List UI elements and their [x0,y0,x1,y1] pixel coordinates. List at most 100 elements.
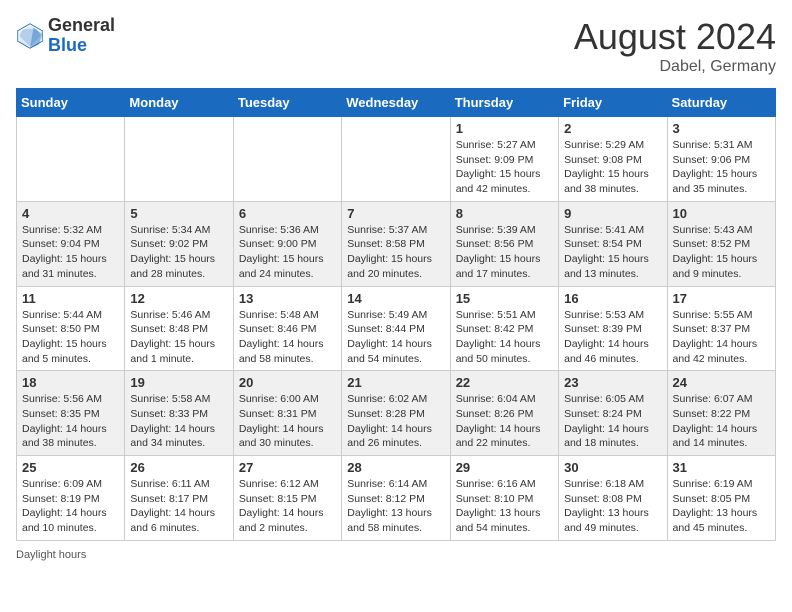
location: Dabel, Germany [574,58,776,76]
day-info: Sunrise: 6:02 AM Sunset: 8:28 PM Dayligh… [347,392,444,451]
day-number: 22 [456,375,553,390]
calendar-weekday-header: Sunday [17,89,125,117]
day-number: 5 [130,206,227,221]
calendar-day-cell: 15 Sunrise: 5:51 AM Sunset: 8:42 PM Dayli… [450,286,558,371]
calendar-day-cell: 4 Sunrise: 5:32 AM Sunset: 9:04 PM Daylig… [17,201,125,286]
calendar-header-row: SundayMondayTuesdayWednesdayThursdayFrid… [17,89,776,117]
day-info: Sunrise: 6:07 AM Sunset: 8:22 PM Dayligh… [673,392,770,451]
calendar-day-cell: 25Sunrise: 6:09 AM Sunset: 8:19 PM Dayli… [17,456,125,541]
calendar-day-cell: 14Sunrise: 5:49 AM Sunset: 8:44 PM Dayli… [342,286,450,371]
calendar-weekday-header: Thursday [450,89,558,117]
day-number: 10 [673,206,770,221]
calendar-day-cell [342,117,450,202]
day-info: Sunrise: 5:44 AM Sunset: 8:50 PM Dayligh… [22,308,119,367]
day-number: 28 [347,460,444,475]
day-number: 3 [673,121,770,136]
day-number: 8 [456,206,553,221]
calendar-day-cell: 18 Sunrise: 5:56 AM Sunset: 8:35 PM Dayli… [17,371,125,456]
day-number: 6 [239,206,336,221]
day-info: Sunrise: 5:56 AM Sunset: 8:35 PM Dayligh… [22,392,119,451]
calendar-day-cell: 9Sunrise: 5:41 AM Sunset: 8:54 PM Daylig… [559,201,667,286]
day-info: Sunrise: 6:12 AM Sunset: 8:15 PM Dayligh… [239,477,336,536]
day-number: 24 [673,375,770,390]
calendar-week-row: 18 Sunrise: 5:56 AM Sunset: 8:35 PM Dayli… [17,371,776,456]
calendar-table: SundayMondayTuesdayWednesdayThursdayFrid… [16,88,776,541]
calendar-weekday-header: Saturday [667,89,775,117]
calendar-day-cell: 1Sunrise: 5:27 AM Sunset: 9:09 PM Daylig… [450,117,558,202]
day-info: Sunrise: 6:18 AM Sunset: 8:08 PM Dayligh… [564,477,661,536]
calendar-day-cell: 21 Sunrise: 6:02 AM Sunset: 8:28 PM Dayli… [342,371,450,456]
calendar-day-cell: 26 Sunrise: 6:11 AM Sunset: 8:17 PM Dayli… [125,456,233,541]
calendar-day-cell: 2Sunrise: 5:29 AM Sunset: 9:08 PM Daylig… [559,117,667,202]
calendar-day-cell: 5 Sunrise: 5:34 AM Sunset: 9:02 PM Daylig… [125,201,233,286]
day-number: 1 [456,121,553,136]
day-info: Sunrise: 6:16 AM Sunset: 8:10 PM Dayligh… [456,477,553,536]
day-number: 16 [564,291,661,306]
day-number: 13 [239,291,336,306]
day-info: Sunrise: 5:58 AM Sunset: 8:33 PM Dayligh… [130,392,227,451]
day-number: 17 [673,291,770,306]
day-info: Sunrise: 5:48 AM Sunset: 8:46 PM Dayligh… [239,308,336,367]
calendar-weekday-header: Tuesday [233,89,341,117]
calendar-day-cell: 19 Sunrise: 5:58 AM Sunset: 8:33 PM Dayli… [125,371,233,456]
day-number: 26 [130,460,227,475]
calendar-week-row: 11 Sunrise: 5:44 AM Sunset: 8:50 PM Dayli… [17,286,776,371]
day-number: 30 [564,460,661,475]
day-number: 7 [347,206,444,221]
calendar-day-cell: 6 Sunrise: 5:36 AM Sunset: 9:00 PM Daylig… [233,201,341,286]
calendar-day-cell: 7 Sunrise: 5:37 AM Sunset: 8:58 PM Daylig… [342,201,450,286]
day-info: Sunrise: 6:19 AM Sunset: 8:05 PM Dayligh… [673,477,770,536]
calendar-weekday-header: Wednesday [342,89,450,117]
day-info: Sunrise: 6:14 AM Sunset: 8:12 PM Dayligh… [347,477,444,536]
day-info: Sunrise: 6:00 AM Sunset: 8:31 PM Dayligh… [239,392,336,451]
calendar-day-cell: 8Sunrise: 5:39 AM Sunset: 8:56 PM Daylig… [450,201,558,286]
day-number: 4 [22,206,119,221]
day-info: Sunrise: 5:43 AM Sunset: 8:52 PM Dayligh… [673,223,770,282]
calendar-day-cell: 16 Sunrise: 5:53 AM Sunset: 8:39 PM Dayli… [559,286,667,371]
calendar-day-cell: 12Sunrise: 5:46 AM Sunset: 8:48 PM Dayli… [125,286,233,371]
day-info: Sunrise: 5:53 AM Sunset: 8:39 PM Dayligh… [564,308,661,367]
calendar-day-cell: 27 Sunrise: 6:12 AM Sunset: 8:15 PM Dayli… [233,456,341,541]
calendar-week-row: 1Sunrise: 5:27 AM Sunset: 9:09 PM Daylig… [17,117,776,202]
calendar-day-cell: 30 Sunrise: 6:18 AM Sunset: 8:08 PM Dayli… [559,456,667,541]
calendar-day-cell [17,117,125,202]
day-number: 29 [456,460,553,475]
logo-text: General Blue [48,16,115,56]
day-info: Sunrise: 6:04 AM Sunset: 8:26 PM Dayligh… [456,392,553,451]
day-number: 11 [22,291,119,306]
day-info: Sunrise: 5:36 AM Sunset: 9:00 PM Dayligh… [239,223,336,282]
day-info: Sunrise: 5:46 AM Sunset: 8:48 PM Dayligh… [130,308,227,367]
calendar-day-cell: 28 Sunrise: 6:14 AM Sunset: 8:12 PM Dayli… [342,456,450,541]
calendar-week-row: 25Sunrise: 6:09 AM Sunset: 8:19 PM Dayli… [17,456,776,541]
calendar-day-cell: 24 Sunrise: 6:07 AM Sunset: 8:22 PM Dayli… [667,371,775,456]
day-info: Sunrise: 5:55 AM Sunset: 8:37 PM Dayligh… [673,308,770,367]
day-info: Sunrise: 6:09 AM Sunset: 8:19 PM Dayligh… [22,477,119,536]
calendar-day-cell [125,117,233,202]
day-number: 21 [347,375,444,390]
calendar-week-row: 4 Sunrise: 5:32 AM Sunset: 9:04 PM Daylig… [17,201,776,286]
day-info: Sunrise: 5:32 AM Sunset: 9:04 PM Dayligh… [22,223,119,282]
logo-icon [16,22,44,50]
day-number: 19 [130,375,227,390]
calendar-weekday-header: Friday [559,89,667,117]
calendar-day-cell: 17 Sunrise: 5:55 AM Sunset: 8:37 PM Dayli… [667,286,775,371]
day-number: 18 [22,375,119,390]
day-info: Sunrise: 5:31 AM Sunset: 9:06 PM Dayligh… [673,138,770,197]
day-number: 27 [239,460,336,475]
calendar-day-cell [233,117,341,202]
day-info: Sunrise: 5:51 AM Sunset: 8:42 PM Dayligh… [456,308,553,367]
footer: Daylight hours [16,549,776,561]
calendar-day-cell: 11 Sunrise: 5:44 AM Sunset: 8:50 PM Dayli… [17,286,125,371]
daylight-label: Daylight hours [16,549,86,561]
day-info: Sunrise: 5:41 AM Sunset: 8:54 PM Dayligh… [564,223,661,282]
day-number: 15 [456,291,553,306]
calendar-day-cell: 3 Sunrise: 5:31 AM Sunset: 9:06 PM Daylig… [667,117,775,202]
page-header: General Blue August 2024 Dabel, Germany [16,16,776,76]
month-title: August 2024 [574,16,776,58]
calendar-day-cell: 23Sunrise: 6:05 AM Sunset: 8:24 PM Dayli… [559,371,667,456]
title-area: August 2024 Dabel, Germany [574,16,776,76]
day-info: Sunrise: 5:34 AM Sunset: 9:02 PM Dayligh… [130,223,227,282]
day-info: Sunrise: 5:37 AM Sunset: 8:58 PM Dayligh… [347,223,444,282]
day-info: Sunrise: 6:11 AM Sunset: 8:17 PM Dayligh… [130,477,227,536]
calendar-day-cell: 29 Sunrise: 6:16 AM Sunset: 8:10 PM Dayli… [450,456,558,541]
